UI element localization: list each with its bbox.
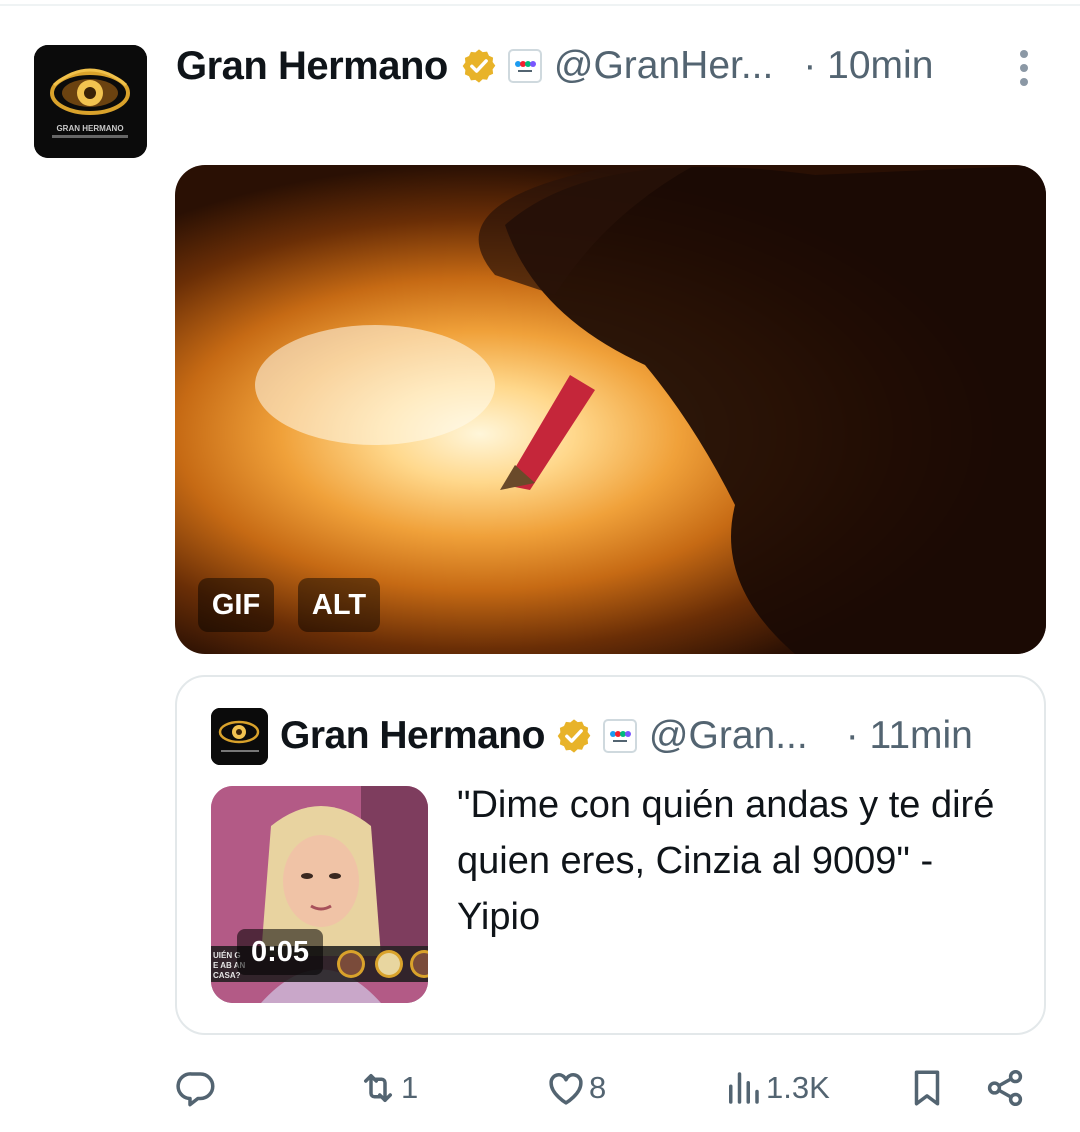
heart-icon [549,1073,583,1105]
quoted-author-avatar[interactable] [211,708,268,765]
author-name[interactable]: Gran Hermano [176,44,448,89]
more-vertical-icon[interactable] [1012,46,1036,92]
quoted-tweet-text: "Dime con quién andas y te diré quien er… [457,784,995,938]
quoted-tweet-header: Gran Hermano @Gran... · 11min [280,710,1040,762]
bookmark-icon [914,1070,940,1106]
share-icon [987,1069,1023,1107]
quoted-video-thumbnail[interactable]: UIÉN G E AB AN CASA? 0:05 [211,786,428,1003]
alt-badge[interactable]: ALT [298,578,380,632]
like-count: 8 [589,1070,607,1105]
views-count: 1.3K [766,1070,830,1105]
retweet-count: 1 [401,1070,419,1105]
gran-hermano-logo-icon [211,708,268,765]
retweet-button[interactable]: 1 [357,1060,418,1116]
quoted-author-handle[interactable]: @Gran... [649,714,808,758]
verified-gold-badge-icon [557,719,591,753]
gran-hermano-logo-icon: GRAN HERMANO [34,45,147,158]
top-divider [0,4,1080,6]
tweet-media-gif[interactable]: GIF ALT [175,165,1046,654]
svg-text:GRAN HERMANO: GRAN HERMANO [56,124,123,133]
author-handle[interactable]: @GranHer... [554,44,774,88]
video-duration-badge: 0:05 [237,929,323,975]
telefe-affiliate-icon[interactable] [507,49,542,83]
reply-icon [176,1072,215,1107]
tweet-time[interactable]: · 10min [803,44,933,88]
author-avatar[interactable]: GRAN HERMANO [34,45,147,158]
quoted-tweet-time[interactable]: · 11min [846,714,973,758]
like-button[interactable]: 8 [545,1060,606,1116]
svg-text:CASA?: CASA? [213,971,241,980]
views-bar-icon [729,1072,759,1104]
telefe-affiliate-icon[interactable] [602,719,637,753]
views-button[interactable]: 1.3K [722,1060,830,1116]
reply-button[interactable] [176,1060,220,1116]
gif-badge: GIF [198,578,274,632]
quoted-tweet-card[interactable]: Gran Hermano @Gran... · 11min UIÉN G E A… [175,675,1046,1035]
quoted-author-name[interactable]: Gran Hermano [280,714,545,758]
share-button[interactable] [984,1060,1026,1116]
tweet-action-bar: 1 8 1.3K [0,1060,1080,1116]
bookmark-button[interactable] [906,1060,948,1116]
tweet-header: Gran Hermano @GranHer... · 10min [176,38,1046,94]
retweet-icon [364,1074,392,1102]
verified-gold-badge-icon [462,49,496,83]
